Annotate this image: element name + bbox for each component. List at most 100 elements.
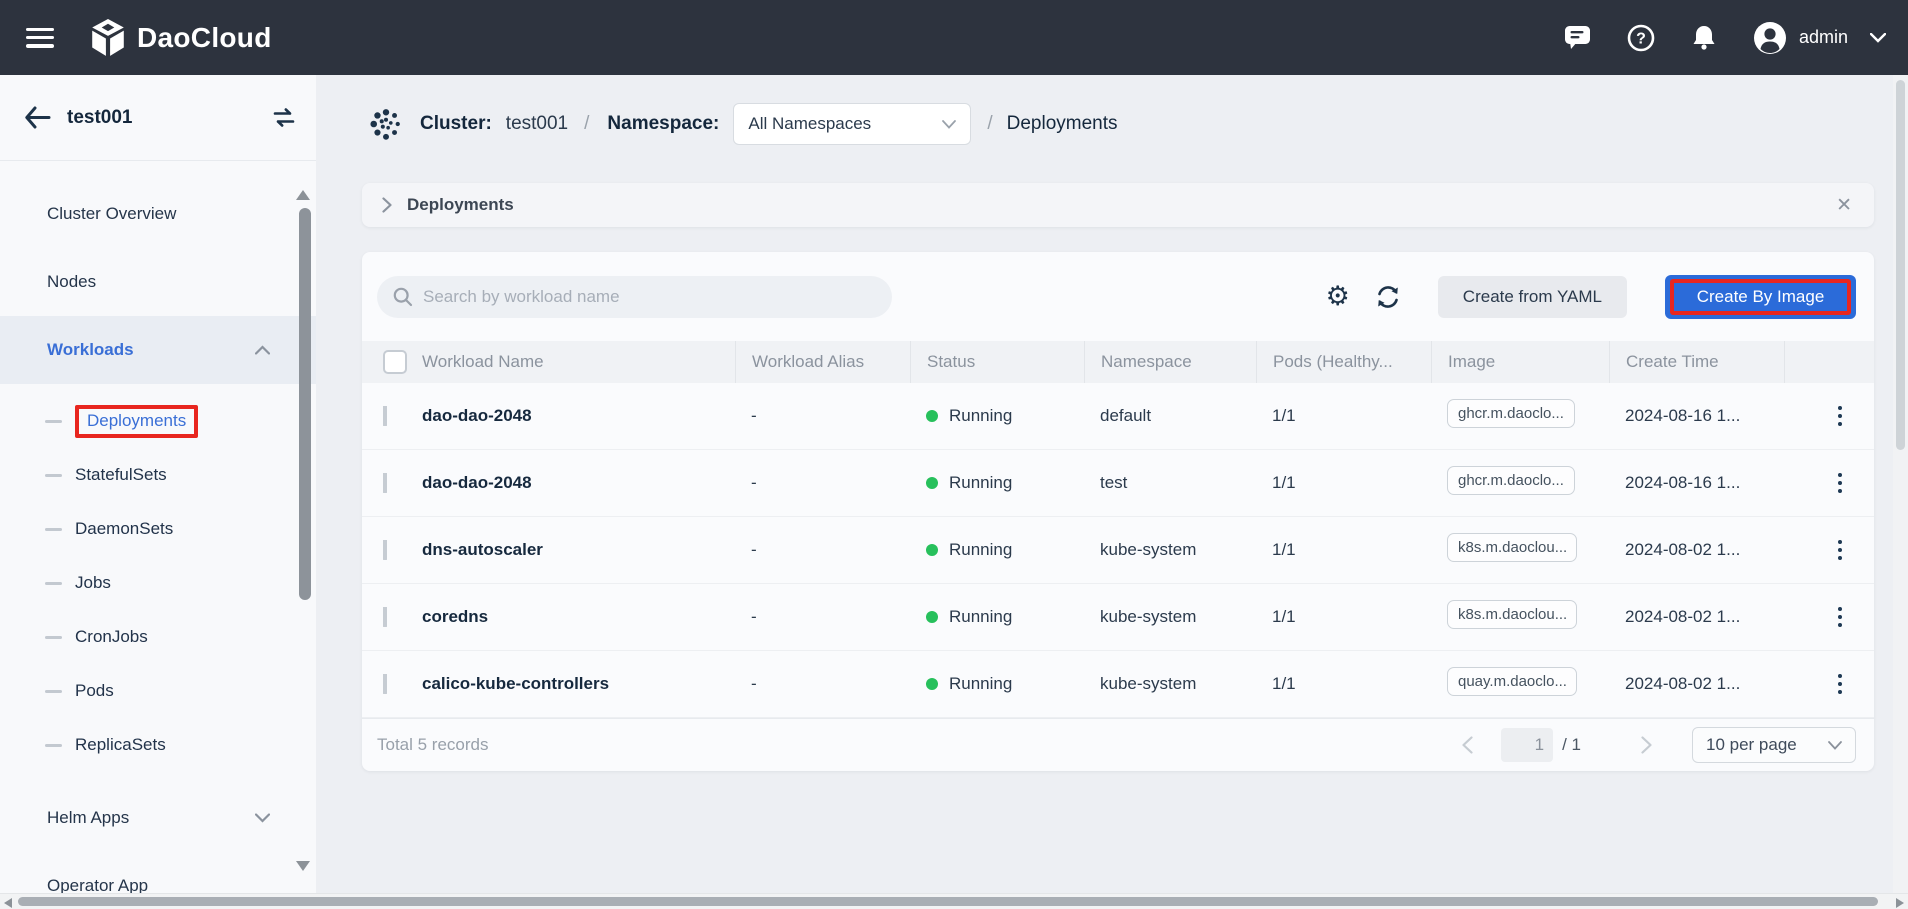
brand-name: DaoCloud — [137, 22, 272, 54]
sidebar-scroll-down-arrow[interactable] — [296, 861, 310, 871]
kebab-menu-icon[interactable] — [1830, 470, 1850, 496]
close-icon[interactable]: ✕ — [1836, 196, 1852, 215]
column-header[interactable]: Image — [1431, 341, 1609, 383]
app-root: DaoCloud ? admin test — [0, 0, 1908, 909]
sidebar-item-label: Pods — [75, 681, 114, 701]
image-badge[interactable]: quay.m.daoclo... — [1447, 667, 1577, 696]
prev-page-chevron-icon[interactable] — [1462, 736, 1473, 754]
image-badge[interactable]: k8s.m.daoclou... — [1447, 600, 1577, 629]
row-checkbox[interactable] — [383, 540, 387, 560]
workload-name[interactable]: dao-dao-2048 — [422, 473, 735, 493]
workload-name[interactable]: dao-dao-2048 — [422, 406, 735, 426]
page-number-input[interactable] — [1501, 728, 1553, 762]
workload-alias: - — [735, 473, 910, 493]
user-menu-chevron-down-icon[interactable] — [1870, 33, 1886, 43]
vertical-scrollbar-thumb[interactable] — [1896, 80, 1905, 450]
breadcrumb-separator: / — [987, 113, 992, 135]
gear-icon[interactable]: ⚙ — [1326, 283, 1350, 310]
dash-icon — [45, 528, 62, 531]
back-arrow-icon[interactable] — [24, 106, 51, 129]
sidebar-item-deployments[interactable]: Deployments — [0, 394, 316, 448]
status-dot — [926, 544, 938, 556]
namespace-select[interactable]: All Namespaces — [733, 103, 971, 145]
bell-icon[interactable] — [1691, 24, 1717, 51]
column-header[interactable]: Workload Alias — [735, 341, 910, 383]
create-by-image-button[interactable]: Create By Image — [1665, 275, 1856, 319]
sidebar-item-helm-apps[interactable]: Helm Apps — [0, 784, 316, 852]
pods-cell: 1/1 — [1256, 406, 1431, 426]
help-icon[interactable]: ? — [1627, 24, 1655, 52]
sidebar-item-label: Workloads — [47, 340, 134, 360]
sidebar-item-pods[interactable]: Pods — [0, 664, 316, 718]
row-checkbox[interactable] — [383, 406, 387, 426]
status-cell: Running — [910, 406, 1084, 426]
sidebar-item-label: ReplicaSets — [75, 735, 166, 755]
sidebar-scroll-up-arrow[interactable] — [296, 190, 310, 200]
sidebar-item-daemonsets[interactable]: DaemonSets — [0, 502, 316, 556]
refresh-icon[interactable] — [1375, 284, 1401, 310]
dash-icon — [45, 690, 62, 693]
search-input[interactable] — [423, 287, 876, 307]
column-header[interactable]: Workload Name — [422, 341, 735, 383]
scroll-left-arrow[interactable] — [4, 898, 12, 908]
namespace-cell: kube-system — [1084, 674, 1256, 694]
sidebar-item-statefulsets[interactable]: StatefulSets — [0, 448, 316, 502]
sidebar-item-nodes[interactable]: Nodes — [0, 248, 316, 316]
column-header[interactable]: Namespace — [1084, 341, 1256, 383]
breadcrumb-cluster-value[interactable]: test001 — [506, 113, 568, 135]
switch-cluster-icon[interactable] — [272, 107, 296, 128]
sidebar-item-operator-app[interactable]: Operator App — [0, 852, 316, 893]
page-total-label: / 1 — [1562, 735, 1581, 755]
sidebar-item-label: Nodes — [47, 272, 96, 292]
workload-name[interactable]: calico-kube-controllers — [422, 674, 735, 694]
row-checkbox[interactable] — [383, 473, 387, 493]
sidebar-item-cronjobs[interactable]: CronJobs — [0, 610, 316, 664]
pods-cell: 1/1 — [1256, 540, 1431, 560]
horizontal-scrollbar-thumb[interactable] — [18, 897, 1878, 906]
image-badge[interactable]: k8s.m.daoclou... — [1447, 533, 1577, 562]
search-icon — [393, 287, 413, 307]
sidebar-item-replicasets[interactable]: ReplicaSets — [0, 718, 316, 772]
column-header[interactable]: Create Time — [1609, 341, 1784, 383]
table-header: Workload Name Workload Alias Status Name… — [362, 341, 1874, 383]
image-badge[interactable]: ghcr.m.daoclo... — [1447, 466, 1575, 495]
row-checkbox[interactable] — [383, 674, 387, 694]
kebab-menu-icon[interactable] — [1830, 537, 1850, 563]
status-text: Running — [949, 473, 1012, 493]
select-all-checkbox[interactable] — [383, 350, 407, 374]
sidebar-item-workloads[interactable]: Workloads — [0, 316, 316, 384]
kebab-menu-icon[interactable] — [1830, 403, 1850, 429]
hamburger-menu-icon[interactable] — [26, 28, 54, 48]
table-row: coredns - Running kube-system 1/1 k8s.m.… — [362, 584, 1874, 651]
next-page-chevron-icon[interactable] — [1641, 736, 1652, 754]
scroll-right-arrow[interactable] — [1896, 898, 1904, 908]
sidebar: test001 Cluster Overview Nodes Workloads… — [0, 75, 316, 893]
workload-name[interactable]: coredns — [422, 607, 735, 627]
breadcrumb-namespace-label: Namespace: — [607, 113, 719, 135]
brand-logo[interactable]: DaoCloud — [90, 18, 272, 58]
sidebar-item-jobs[interactable]: Jobs — [0, 556, 316, 610]
sidebar-item-cluster-overview[interactable]: Cluster Overview — [0, 180, 316, 248]
workload-name[interactable]: dns-autoscaler — [422, 540, 735, 560]
column-header[interactable]: Status — [910, 341, 1084, 383]
create-time-cell: 2024-08-02 1... — [1609, 674, 1784, 694]
per-page-select[interactable]: 10 per page — [1692, 727, 1856, 763]
create-from-yaml-button[interactable]: Create from YAML — [1438, 276, 1627, 318]
status-dot — [926, 477, 938, 489]
sidebar-scrollbar-thumb[interactable] — [299, 208, 311, 600]
table-row: dao-dao-2048 - Running default 1/1 ghcr.… — [362, 383, 1874, 450]
svg-text:?: ? — [1636, 30, 1646, 47]
column-header[interactable]: Pods (Healthy... — [1256, 341, 1431, 383]
namespace-cell: kube-system — [1084, 607, 1256, 627]
create-time-cell: 2024-08-02 1... — [1609, 540, 1784, 560]
row-checkbox[interactable] — [383, 607, 387, 627]
chevron-right-icon[interactable] — [382, 197, 392, 213]
chat-icon[interactable] — [1564, 25, 1591, 51]
kebab-menu-icon[interactable] — [1830, 671, 1850, 697]
status-cell: Running — [910, 540, 1084, 560]
table-footer: Total 5 records / 1 10 per page — [362, 718, 1874, 771]
avatar-icon[interactable] — [1753, 21, 1787, 55]
image-badge[interactable]: ghcr.m.daoclo... — [1447, 399, 1575, 428]
topbar: DaoCloud ? admin — [0, 0, 1908, 75]
kebab-menu-icon[interactable] — [1830, 604, 1850, 630]
